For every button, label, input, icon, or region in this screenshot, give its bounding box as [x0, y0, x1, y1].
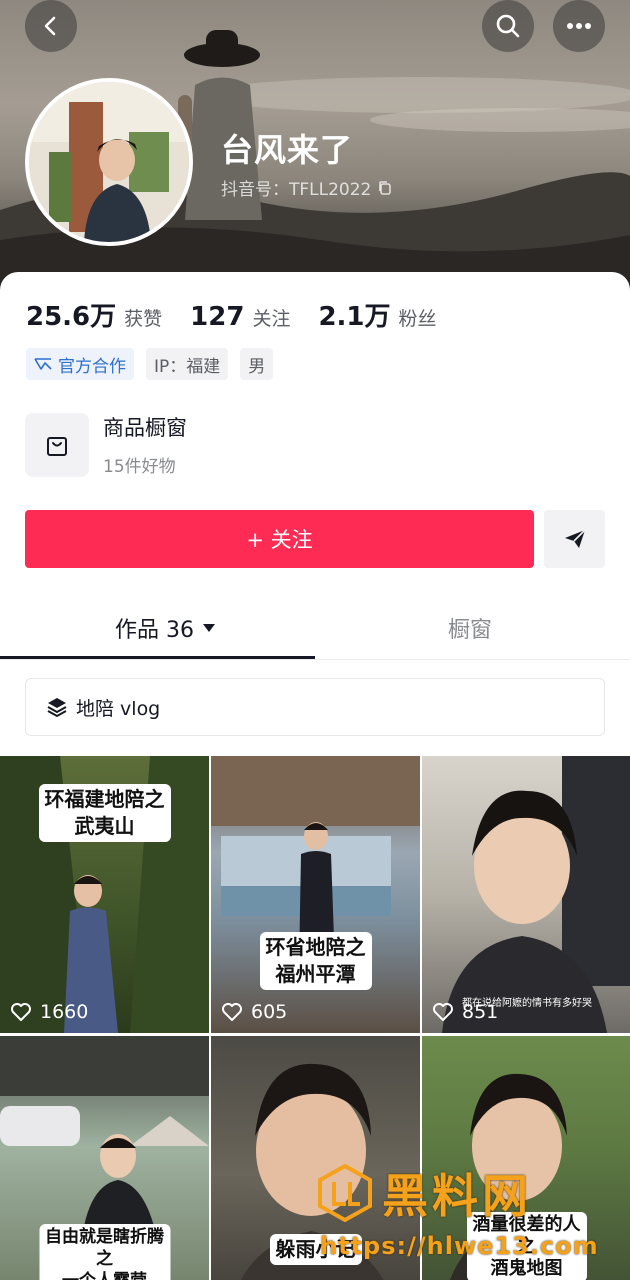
back-arrow-icon — [44, 16, 56, 36]
video-caption: 自由就是瞎折腾 之 一个人露营 — [39, 1224, 170, 1280]
caption-line: 自由就是瞎折腾 — [45, 1227, 164, 1247]
profile-banner: 台风来了 抖音号：TFLL2022 — [0, 0, 630, 300]
gender-tag: 男 — [240, 348, 274, 380]
caption-line: 武夷山 — [74, 814, 135, 838]
message-button[interactable] — [544, 510, 605, 568]
avatar-photo — [29, 82, 189, 242]
watermark-url: https://hlwe13.com — [320, 1232, 599, 1260]
caption-line: 环福建地陪之 — [44, 787, 165, 811]
tab-works[interactable]: 作品 36 — [115, 612, 216, 644]
search-button[interactable] — [482, 0, 534, 52]
layers-icon — [47, 698, 67, 718]
avatar[interactable] — [25, 78, 193, 246]
video-caption: 环福建地陪之 武夷山 — [38, 784, 171, 842]
stat-number: 127 — [190, 302, 245, 332]
heart-icon — [222, 1003, 242, 1021]
stats-row: 25.6万 获赞 127 关注 2.1万 粉丝 — [26, 296, 465, 333]
search-icon — [496, 14, 520, 38]
stat-label: 关注 — [252, 308, 291, 330]
tab-active-indicator — [0, 656, 315, 659]
tab-works-label: 作品 36 — [115, 618, 194, 643]
collection-chip[interactable]: 地陪 vlog — [25, 678, 605, 736]
copy-icon[interactable] — [377, 180, 393, 196]
official-partner-tag[interactable]: 官方合作 — [26, 348, 134, 380]
video-thumbnail[interactable]: 自由就是瞎折腾 之 一个人露营 — [0, 1036, 209, 1280]
caption-line: 环省地陪之 — [265, 935, 366, 959]
stat-number: 2.1万 — [318, 302, 391, 332]
caption-line: 福州平潭 — [275, 962, 356, 986]
video-cover — [442, 756, 630, 1033]
video-thumbnail[interactable]: 环福建地陪之 武夷山 1660 — [0, 756, 209, 1033]
ip-location-tag: IP：福建 — [146, 348, 229, 380]
content-tabs: 作品 36 橱窗 — [0, 590, 630, 660]
collection-label: 地陪 vlog — [76, 697, 161, 720]
watermark-text: 黑料网 — [382, 1169, 532, 1223]
like-count: 1660 — [10, 1001, 88, 1023]
like-count-text: 1660 — [40, 1001, 89, 1023]
shopping-bag-icon — [25, 412, 89, 477]
douyin-id-text: 抖音号：TFLL2022 — [221, 180, 372, 200]
heart-icon — [433, 1003, 453, 1021]
video-thumbnail[interactable]: 都在说给阿嬷的情书有多好哭 851 — [422, 756, 630, 1033]
douyin-id[interactable]: 抖音号：TFLL2022 — [221, 175, 393, 200]
nickname: 台风来了 — [221, 131, 354, 169]
watermark: 黑料网 — [316, 1160, 532, 1226]
caption-line: 一个人露营 — [45, 1270, 164, 1280]
official-partner-label: 官方合作 — [58, 356, 126, 377]
like-count: 851 — [432, 1001, 498, 1023]
stat-label: 获赞 — [124, 308, 163, 330]
stat-followers[interactable]: 2.1万 粉丝 — [318, 296, 436, 333]
like-count-text: 851 — [462, 1001, 499, 1023]
more-dots-icon — [567, 23, 591, 29]
watermark-logo-icon — [318, 1164, 372, 1222]
video-cover — [211, 756, 420, 966]
stat-likes[interactable]: 25.6万 获赞 — [26, 296, 162, 333]
follow-label: + 关注 — [246, 528, 313, 552]
showcase-title: 商品橱窗 — [103, 416, 187, 440]
tag-row: 官方合作 IP：福建 男 — [26, 348, 274, 380]
showcase-subtitle: 15件好物 — [103, 457, 176, 477]
caret-down-icon — [203, 624, 215, 632]
handshake-icon — [34, 358, 52, 370]
back-button[interactable] — [25, 0, 77, 52]
product-showcase-entry[interactable]: 商品橱窗 15件好物 — [25, 412, 187, 477]
like-count: 605 — [221, 1001, 287, 1023]
caption-line: 酒鬼地图 — [490, 1258, 563, 1279]
heart-icon — [11, 1003, 31, 1021]
video-thumbnail[interactable]: 环省地陪之 福州平潭 605 — [211, 756, 420, 1033]
tab-showcase[interactable]: 橱窗 — [448, 612, 492, 644]
stat-following[interactable]: 127 关注 — [190, 302, 290, 332]
follow-button[interactable]: + 关注 — [25, 510, 534, 568]
send-icon — [564, 529, 586, 548]
video-caption: 环省地陪之 福州平潭 — [259, 932, 372, 990]
like-count-text: 605 — [251, 1001, 288, 1023]
caption-line: 之 — [96, 1249, 113, 1269]
stat-number: 25.6万 — [26, 302, 117, 332]
stat-label: 粉丝 — [398, 308, 437, 330]
more-button[interactable] — [553, 0, 605, 52]
profile-card: 25.6万 获赞 127 关注 2.1万 粉丝 官方合作 IP：福建 男 商品橱… — [0, 272, 630, 1280]
